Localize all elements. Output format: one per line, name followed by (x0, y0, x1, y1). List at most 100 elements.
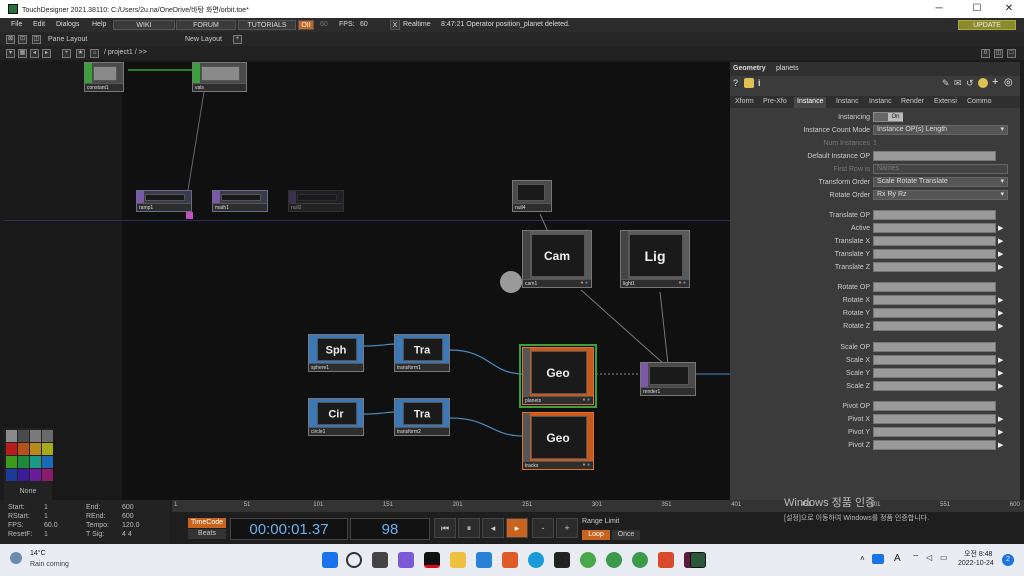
palette-swatch[interactable] (6, 430, 17, 442)
tab-common[interactable]: Commo (964, 97, 995, 108)
tab-pre-xform[interactable]: Pre-Xfo (760, 97, 790, 108)
tutorials-button[interactable]: TUTORIALS (238, 20, 296, 30)
pivot-x-field[interactable] (873, 414, 996, 424)
palette-swatch[interactable] (18, 469, 29, 481)
palette-swatch[interactable] (30, 443, 41, 455)
home-icon[interactable]: ⌂ (90, 49, 99, 58)
rend-value[interactable]: 600 (122, 513, 134, 520)
op-transform2[interactable]: Tra transform2 (394, 398, 450, 436)
op-null4[interactable]: null4 (512, 180, 552, 212)
plus-icon[interactable]: + (992, 76, 998, 88)
weather-temp[interactable]: 14°C (30, 550, 46, 557)
tab-extensions[interactable]: Extensi (931, 97, 960, 108)
update-button[interactable]: UPDATE (958, 20, 1016, 30)
weather-icon[interactable] (10, 552, 22, 564)
end-value[interactable]: 600 (122, 504, 134, 511)
fps-setting[interactable]: 60.0 (44, 522, 58, 529)
forward-icon[interactable]: ▸ (42, 49, 51, 58)
palette-swatch[interactable] (18, 430, 29, 442)
language-indicator[interactable]: A (894, 553, 901, 564)
back-icon[interactable]: ◂ (30, 49, 39, 58)
add-icon[interactable]: + (62, 49, 71, 58)
once-toggle[interactable]: Once (612, 530, 640, 540)
rewind-button[interactable]: ⏮ (434, 518, 456, 538)
palette-swatch[interactable] (6, 469, 17, 481)
speed-up-button[interactable]: + (556, 518, 578, 538)
palette-swatch[interactable] (30, 430, 41, 442)
layout-icon-1[interactable]: ⊠ (6, 35, 15, 44)
palette-swatch[interactable] (30, 469, 41, 481)
timecode-toggle[interactable]: TimeCode (188, 518, 226, 528)
rotate-x-field[interactable] (873, 295, 996, 305)
office-icon[interactable] (502, 552, 518, 568)
palette-swatch[interactable] (42, 443, 53, 455)
add-layout-button[interactable]: + (233, 35, 242, 44)
pane-max-icon[interactable]: □ (1007, 49, 1016, 58)
info-icon[interactable]: i (758, 78, 761, 88)
resetf-value[interactable]: 1 (44, 531, 48, 538)
loop-toggle[interactable]: Loop (582, 530, 610, 540)
palette-swatch[interactable] (42, 430, 53, 442)
palette-swatch[interactable] (42, 456, 53, 468)
tab-render[interactable]: Render (898, 97, 927, 108)
palette-swatch[interactable] (6, 456, 17, 468)
layout-icon-2[interactable]: ⊡ (18, 35, 27, 44)
realtime-checkbox[interactable]: X (390, 20, 400, 30)
rotate-order-dropdown[interactable]: Rx Ry Rz ▾ (873, 190, 1008, 200)
layout-icon-3[interactable]: ◫ (32, 35, 41, 44)
tray-chevron-icon[interactable]: ˄ (860, 554, 865, 563)
help-icon[interactable]: ? (733, 78, 738, 88)
tab-xform[interactable]: Xform (732, 97, 757, 108)
rotate-y-field[interactable] (873, 308, 996, 318)
oii-button[interactable]: OII (298, 20, 314, 30)
instancing-toggle[interactable]: On (873, 112, 903, 122)
explorer-icon[interactable] (450, 552, 466, 568)
op-render1[interactable]: render1 (640, 362, 696, 396)
chrome-icon[interactable] (580, 552, 596, 568)
breadcrumb[interactable]: / project1 / >> (104, 49, 147, 56)
start-value[interactable]: 1 (44, 504, 48, 511)
pivot-z-field[interactable] (873, 440, 996, 450)
volume-icon[interactable]: ◁ (926, 553, 932, 562)
grid-icon[interactable]: ▦ (18, 49, 27, 58)
chat-icon[interactable] (398, 552, 414, 568)
netflix-icon[interactable] (424, 552, 440, 568)
edge-icon[interactable] (528, 552, 544, 568)
mail-icon[interactable] (476, 552, 492, 568)
star-icon[interactable]: ★ (76, 49, 85, 58)
python-icon[interactable] (744, 78, 754, 88)
forum-button[interactable]: FORUM (176, 20, 236, 30)
new-layout-label[interactable]: New Layout (185, 36, 222, 43)
pivot-op-field[interactable] (873, 401, 996, 411)
timecode-display[interactable]: 00:00:01.37 (230, 518, 348, 540)
first-row-dropdown[interactable]: Names (873, 164, 1008, 174)
tab-instance3[interactable]: Instanc (866, 97, 895, 108)
op-light1[interactable]: Lig light1 ● ● (620, 230, 690, 288)
frame-display[interactable]: 98 (350, 518, 430, 540)
chrome-2-icon[interactable] (606, 552, 622, 568)
reset-icon[interactable]: ↺ (966, 78, 974, 89)
translate-op-field[interactable] (873, 210, 996, 220)
op-planets[interactable]: Geo planets ● ● (522, 347, 594, 405)
chrome-3-icon[interactable] (632, 552, 648, 568)
notion-icon[interactable] (554, 552, 570, 568)
op-transform1[interactable]: Tra transform1 (394, 334, 450, 372)
wifi-icon[interactable]: ⌔ (912, 553, 920, 563)
pivot-y-field[interactable] (873, 427, 996, 437)
menu-edit[interactable]: Edit (33, 21, 45, 28)
translate-z-field[interactable] (873, 262, 996, 272)
play-button[interactable]: ▸ (506, 518, 528, 538)
beats-toggle[interactable]: Beats (188, 529, 226, 539)
color-palette[interactable]: None (4, 428, 53, 500)
zero-button[interactable]: 0 (981, 49, 990, 58)
op-null2[interactable]: null2 (288, 190, 344, 212)
palette-swatch[interactable] (42, 469, 53, 481)
menu-help[interactable]: Help (92, 21, 106, 28)
touchdesigner-icon[interactable] (690, 552, 706, 568)
tsig-value[interactable]: 4 4 (122, 531, 132, 538)
op-vals[interactable]: vals (192, 62, 247, 92)
palette-swatch[interactable] (18, 443, 29, 455)
ramp-flag-icon[interactable] (186, 212, 193, 219)
active-field[interactable] (873, 223, 996, 233)
op-math1[interactable]: math1 (212, 190, 268, 212)
